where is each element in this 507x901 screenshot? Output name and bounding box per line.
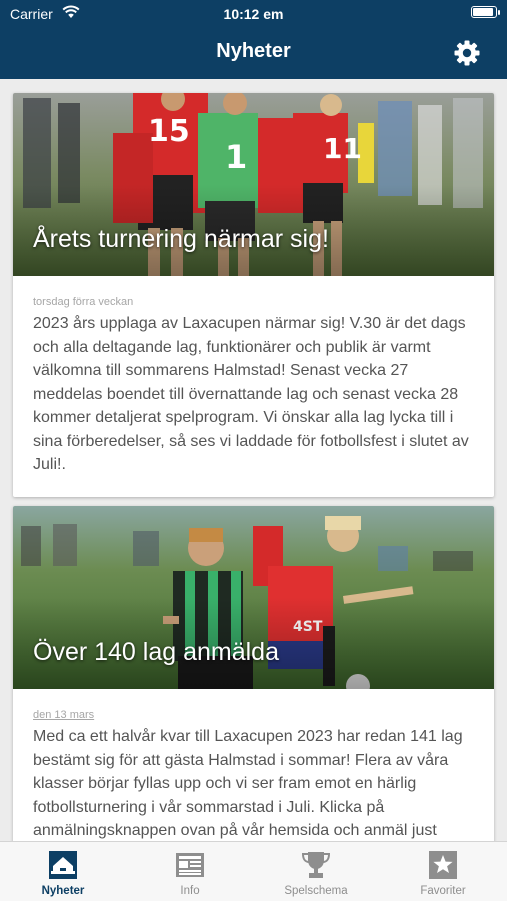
- news-card[interactable]: 4ST Över 140 lag anmälda den 13 mars Med…: [13, 506, 494, 841]
- news-date: torsdag förra veckan: [33, 296, 134, 308]
- tab-label: Info: [180, 885, 200, 897]
- news-feed[interactable]: 15 1 11 Årets turnering närmar sig! tors…: [0, 79, 507, 841]
- top-bar: Carrier 10:12 em Nyheter: [0, 0, 507, 79]
- star-icon: [429, 851, 457, 879]
- news-title: Över 140 lag anmälda: [33, 638, 279, 666]
- page-title: Nyheter: [216, 40, 291, 62]
- news-title: Årets turnering närmar sig!: [33, 225, 329, 253]
- news-body: torsdag förra veckan 2023 års upplaga av…: [13, 276, 494, 497]
- status-time: 10:12 em: [223, 6, 284, 22]
- tab-label: Nyheter: [41, 885, 85, 897]
- news-body: den 13 mars Med ca ett halvår kvar till …: [13, 689, 494, 841]
- news-card[interactable]: 15 1 11 Årets turnering närmar sig! tors…: [13, 93, 494, 497]
- news-image: 4ST Över 140 lag anmälda: [13, 506, 494, 689]
- news-text: 2023 års upplaga av Laxacupen närmar sig…: [33, 315, 469, 473]
- home-icon: [49, 851, 77, 879]
- newspaper-icon: [176, 853, 204, 877]
- tab-label: Favoriter: [420, 885, 466, 897]
- tab-label: Spelschema: [284, 885, 348, 897]
- tab-info[interactable]: Info: [127, 842, 253, 901]
- tab-nyheter[interactable]: Nyheter: [0, 842, 126, 901]
- news-date[interactable]: den 13 mars: [33, 709, 474, 721]
- battery-icon: [471, 6, 500, 18]
- tab-spelschema[interactable]: Spelschema: [253, 842, 379, 901]
- tab-favoriter[interactable]: Favoriter: [380, 842, 506, 901]
- news-text: Med ca ett halvår kvar till Laxacupen 20…: [33, 728, 463, 839]
- news-image: 15 1 11 Årets turnering närmar sig!: [13, 93, 494, 276]
- battery-level: [473, 8, 493, 16]
- status-bar: Carrier 10:12 em: [0, 0, 507, 28]
- gear-icon[interactable]: [453, 39, 481, 67]
- trophy-icon: [301, 852, 331, 878]
- tab-bar: Nyheter Info Spelschema Favoriter: [0, 841, 507, 901]
